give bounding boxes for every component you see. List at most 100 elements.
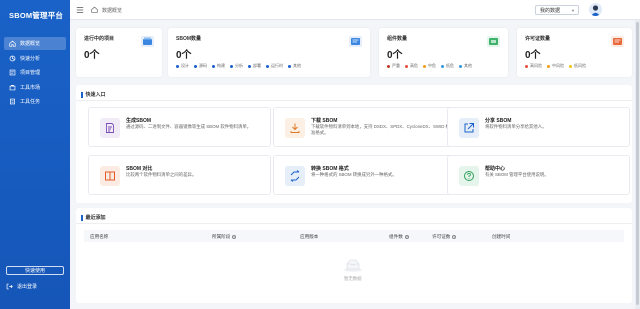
top-header: 数据概览 我的数据 ▼ <box>70 0 640 20</box>
compare-icon <box>100 166 120 186</box>
task-icon <box>9 98 16 105</box>
stat-title: 组件数量 <box>387 36 408 42</box>
sidebar-item-tool-market[interactable]: 工具市场 <box>4 81 66 94</box>
sidebar-item-tool-tasks[interactable]: 工具任务 <box>4 95 66 108</box>
legend-item: 设计 <box>176 63 189 69</box>
info-icon: ? <box>232 234 237 239</box>
stat-card-projects: 进行中的项目 0个 <box>76 28 162 77</box>
quick-card-help-center[interactable]: 帮助中心 有关 SBOM 管理平台使用说明。 <box>447 155 630 195</box>
legend-item: 构建 <box>212 63 225 69</box>
analysis-icon <box>9 55 16 62</box>
stat-title: 许可证数量 <box>525 36 551 42</box>
column-header-components: 组件数? <box>389 233 409 239</box>
quick-card-share-sbom[interactable]: 分享 SBOM 将软件物料清单分享给其他人。 <box>447 107 630 147</box>
legend-item: 中危 <box>423 63 436 69</box>
column-header-stage: 所属阶段? <box>212 233 237 239</box>
sidebar-nav: 数据概览 快速分析 项目管理 工具市场 工具任务 <box>4 37 66 110</box>
card-desc: 将软件物料清单分享给其他人。 <box>485 124 547 129</box>
legend-item: 高风险 <box>525 63 542 69</box>
table-header: 应用名称 所属阶段? 应用版本 组件数? 许可证数? 创建时间 <box>84 230 624 242</box>
sidebar-item-label: 项目管理 <box>20 70 41 76</box>
card-title: 帮助中心 <box>485 166 506 172</box>
recent-title: 最近添加 <box>81 214 106 221</box>
stat-title: SBOM数量 <box>176 36 202 42</box>
legend-item: 源码 <box>194 63 207 69</box>
stat-value: 0个 <box>176 50 192 61</box>
card-desc: 通过源码、二进制文件、容器镜像等生成 SBOM 软件物料清单。 <box>126 124 252 129</box>
legend-item: 高危 <box>405 63 418 69</box>
components-legend: 严重 高危 中危 低危 其他 <box>387 63 477 69</box>
share-icon <box>459 118 479 138</box>
breadcrumb: 数据概览 <box>102 8 123 14</box>
scrollbar[interactable] <box>635 20 640 309</box>
stat-card-sbom: SBOM数量 0个 设计 源码 构建 分析 部署 运行时 其他 <box>168 28 370 77</box>
sidebar-item-quick-analysis[interactable]: 快速分析 <box>4 52 66 65</box>
chevron-down-icon: ▼ <box>571 8 575 13</box>
stat-value: 0个 <box>84 50 100 61</box>
stat-value: 0个 <box>525 50 541 61</box>
my-data-select[interactable]: 我的数据 ▼ <box>535 5 579 15</box>
stat-value: 0个 <box>387 50 403 61</box>
quick-access-title: 快速入口 <box>81 91 106 98</box>
quick-card-convert-sbom[interactable]: 转换 SBOM 格式 将一种格式的 SBOM 转换成另外一种格式。 <box>273 155 456 195</box>
sidebar: SBOM管理平台 数据概览 快速分析 项目管理 工具市场 工具任务 快速使用 退… <box>0 0 70 309</box>
app-title: SBOM管理平台 <box>9 11 64 20</box>
legend-item: 部署 <box>248 63 261 69</box>
column-header-version: 应用版本 <box>300 233 319 239</box>
menu-toggle-icon[interactable] <box>76 6 84 14</box>
sidebar-item-label: 快速分析 <box>20 55 41 62</box>
legend-item: 运行时 <box>266 63 283 69</box>
card-title: 转换 SBOM 格式 <box>311 166 349 172</box>
card-title: 下载 SBOM <box>311 118 338 124</box>
card-title: 分享 SBOM <box>485 118 512 124</box>
sidebar-item-projects[interactable]: 项目管理 <box>4 66 66 79</box>
legend-item: 其他 <box>459 63 472 69</box>
market-icon <box>9 84 16 91</box>
legend-item: 中风险 <box>547 63 564 69</box>
card-desc: 比较两个软件物料清单之间的差异。 <box>126 172 197 177</box>
quick-card-download-sbom[interactable]: 下载 SBOM 下载软件物料清单到本地，支持 DSDX、SPDX、Cyclone… <box>273 107 456 147</box>
sidebar-item-label: 工具市场 <box>20 84 41 91</box>
legend-item: 低风险 <box>569 63 586 69</box>
stat-sbom-icon <box>349 36 362 47</box>
card-desc: 将一种格式的 SBOM 转换成另外一种格式。 <box>311 172 397 177</box>
scrollbar-thumb[interactable] <box>636 22 639 305</box>
avatar[interactable] <box>589 3 602 16</box>
column-header-licenses: 许可证数? <box>432 233 457 239</box>
sidebar-item-overview[interactable]: 数据概览 <box>4 37 66 50</box>
breadcrumb-home-icon[interactable] <box>91 6 98 13</box>
quick-card-compare-sbom[interactable]: SBOM 对比 比较两个软件物料清单之间的差异。 <box>88 155 271 195</box>
quick-use-button[interactable]: 快速使用 <box>6 266 64 275</box>
info-icon: ? <box>452 234 457 239</box>
sidebar-item-label: 数据概览 <box>20 41 41 47</box>
quick-access-section: 快速入口 生成SBOM 通过源码、二进制文件、容器镜像等生成 SBOM 软件物料… <box>76 85 632 203</box>
stat-card-components: 组件数量 0个 严重 高危 中危 低危 其他 <box>379 28 508 77</box>
help-icon <box>459 166 479 186</box>
logout-icon <box>6 283 13 290</box>
card-desc: 下载软件物料清单到本地，支持 DSDX、SPDX、CycloneDX、SWID … <box>311 124 451 135</box>
download-icon <box>285 118 305 138</box>
stat-licenses-icon <box>611 36 624 47</box>
sidebar-item-label: 工具任务 <box>20 99 41 105</box>
stat-title: 进行中的项目 <box>84 36 115 42</box>
legend-item: 分析 <box>230 63 243 69</box>
recent-section: 最近添加 应用名称 所属阶段? 应用版本 组件数? 许可证数? 创建时间 暂无数… <box>76 208 632 303</box>
card-title: 生成SBOM <box>126 118 152 124</box>
column-header-created: 创建时间 <box>492 233 511 239</box>
legend-item: 严重 <box>387 63 400 69</box>
info-icon: ? <box>404 234 409 239</box>
home-icon <box>9 40 16 47</box>
document-edit-icon <box>100 118 120 138</box>
logout-button[interactable]: 退出登录 <box>6 283 37 290</box>
quick-card-generate-sbom[interactable]: 生成SBOM 通过源码、二进制文件、容器镜像等生成 SBOM 软件物料清单。 <box>88 107 271 147</box>
stat-card-licenses: 许可证数量 0个 高风险 中风险 低风险 <box>517 28 632 77</box>
sbom-legend: 设计 源码 构建 分析 部署 运行时 其他 <box>176 63 306 69</box>
licenses-legend: 高风险 中风险 低风险 <box>525 63 591 69</box>
card-desc: 有关 SBOM 管理平台使用说明。 <box>485 172 549 177</box>
card-title: SBOM 对比 <box>126 166 153 172</box>
project-icon <box>9 69 16 76</box>
convert-icon <box>285 166 305 186</box>
column-header-app-name: 应用名称 <box>90 233 109 239</box>
empty-text: 暂无数据 <box>344 276 362 281</box>
stat-components-icon <box>487 36 500 47</box>
